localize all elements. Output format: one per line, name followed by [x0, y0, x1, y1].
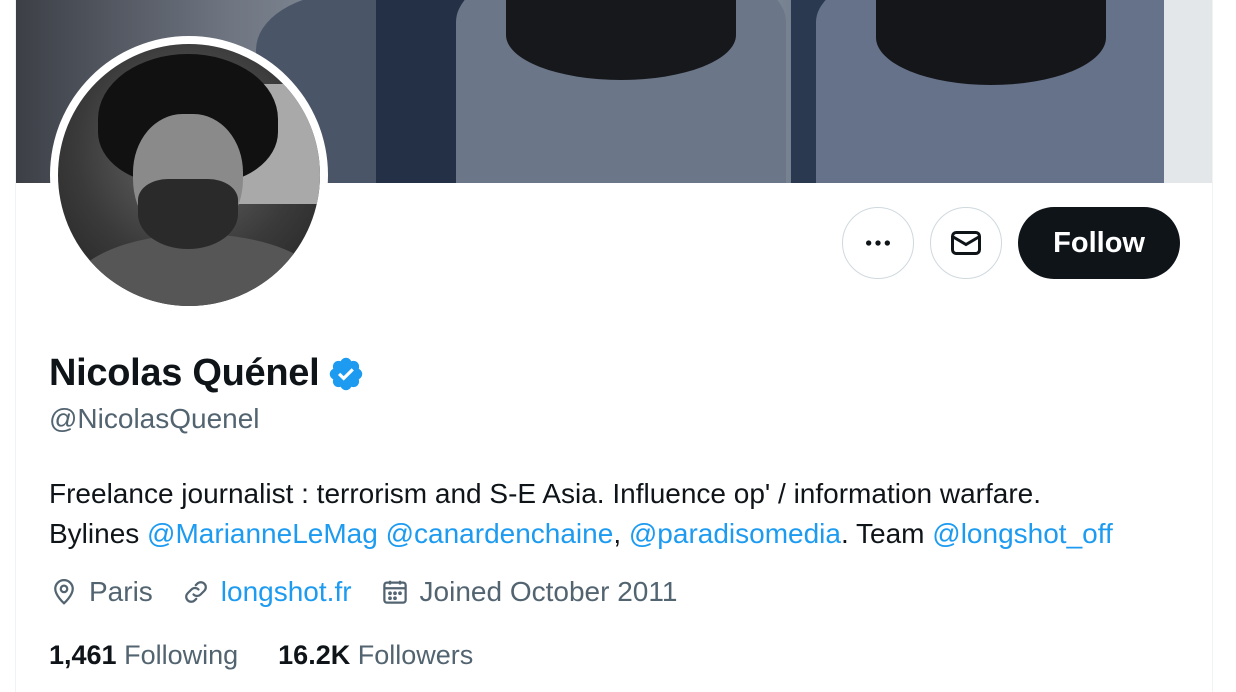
following-link[interactable]: 1,461 Following: [49, 640, 238, 671]
followers-link[interactable]: 16.2K Followers: [278, 640, 473, 671]
bio-team-text: . Team: [840, 518, 933, 549]
display-name: Nicolas Quénel: [49, 352, 320, 394]
envelope-icon: [951, 231, 982, 255]
following-label: Following: [124, 640, 239, 670]
link-icon: [184, 581, 207, 603]
calendar-icon: [382, 580, 407, 604]
followers-label: Followers: [357, 640, 474, 670]
location-pin-icon: [54, 579, 74, 605]
profile-meta: Paris longshot.fr Joined October 2011: [49, 576, 705, 608]
profile-container: Follow Nicolas Quénel @NicolasQuenel Fre…: [15, 0, 1213, 692]
username-handle: @NicolasQuenel: [49, 403, 260, 434]
following-count: 1,461: [49, 640, 117, 670]
bio-bylines-text: Bylines: [49, 518, 148, 549]
bio-separator: ,: [613, 518, 629, 549]
message-button[interactable]: [930, 207, 1003, 279]
profile-actions: Follow: [842, 207, 1180, 279]
avatar[interactable]: [50, 36, 328, 314]
display-name-row: Nicolas Quénel: [49, 352, 365, 395]
bio-line-1: Freelance journalist : terrorism and S-E…: [49, 478, 1042, 509]
mention-link[interactable]: @paradisomedia: [629, 518, 841, 549]
mention-link[interactable]: @canardenchaine: [386, 518, 614, 549]
bio: Freelance journalist : terrorism and S-E…: [49, 474, 1199, 554]
followers-count: 16.2K: [278, 640, 351, 670]
joined-date: Joined October 2011: [419, 576, 678, 607]
more-horizontal-icon: [866, 240, 891, 246]
more-button[interactable]: [842, 207, 915, 279]
location-text: Paris: [89, 576, 153, 607]
location-item: Paris: [49, 576, 153, 608]
bio-line-2: Bylines @MarianneLeMag @canardenchaine, …: [49, 514, 1199, 554]
follow-button[interactable]: Follow: [1018, 207, 1180, 279]
verified-badge-icon[interactable]: [327, 355, 365, 393]
avatar-photo: [58, 44, 320, 306]
mention-link[interactable]: @longshot_off: [932, 518, 1112, 549]
website-item: longshot.fr: [181, 576, 352, 608]
follow-stats: 1,461 Following 16.2K Followers: [49, 640, 513, 671]
mention-link[interactable]: @MarianneLeMag: [147, 518, 378, 549]
joined-item: Joined October 2011: [380, 576, 678, 608]
website-link[interactable]: longshot.fr: [221, 576, 352, 608]
